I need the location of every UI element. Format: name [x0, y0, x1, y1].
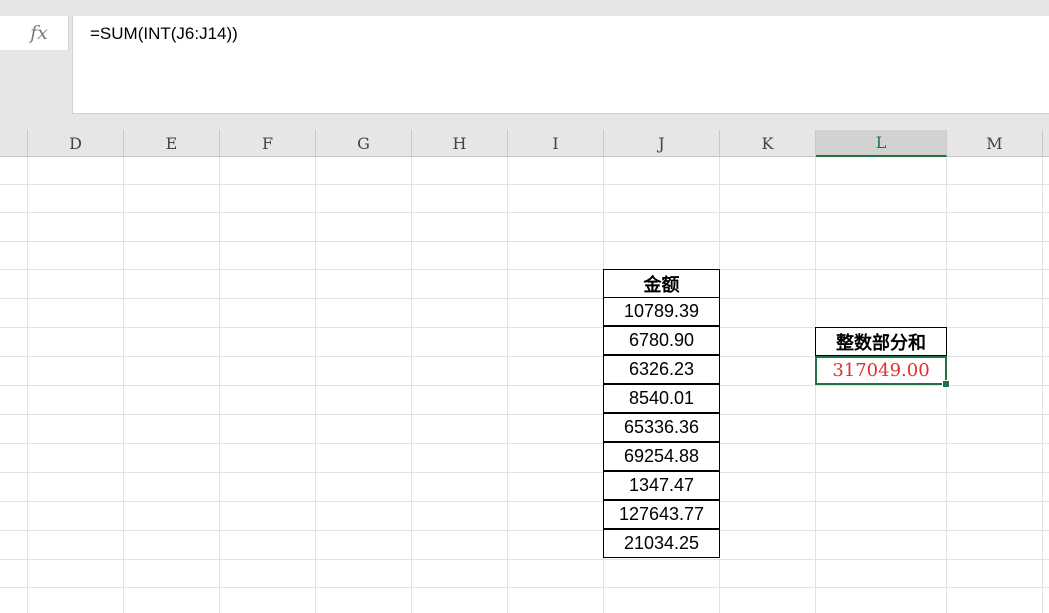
amount-cell[interactable]: 69254.88 [603, 442, 720, 471]
insert-function-button[interactable]: fx [0, 16, 69, 50]
formula-bar-area: fx =SUM(INT(J6:J14)) [0, 0, 1049, 130]
column-header-M[interactable]: M [947, 130, 1043, 157]
column-header-D[interactable]: D [28, 130, 124, 157]
column-header-H[interactable]: H [412, 130, 508, 157]
column-header-row: D E F G H I J K L M [0, 130, 1049, 157]
amount-cell[interactable]: 127643.77 [603, 500, 720, 529]
amount-cell[interactable]: 6326.23 [603, 355, 720, 384]
column-header-G[interactable]: G [316, 130, 412, 157]
amount-cell[interactable]: 8540.01 [603, 384, 720, 413]
column-header-F[interactable]: F [220, 130, 316, 157]
column-header-L[interactable]: L [816, 130, 947, 157]
amount-cell[interactable]: 6780.90 [603, 326, 720, 355]
amount-cell[interactable]: 65336.36 [603, 413, 720, 442]
formula-text: =SUM(INT(J6:J14)) [90, 24, 238, 43]
cell-grid[interactable] [0, 157, 1049, 613]
amount-header-cell[interactable]: 金额 [603, 269, 720, 298]
fx-icon: fx [30, 22, 48, 44]
column-header-K[interactable]: K [720, 130, 816, 157]
column-header-E[interactable]: E [124, 130, 220, 157]
column-header-I[interactable]: I [508, 130, 604, 157]
amount-cell[interactable]: 21034.25 [603, 529, 720, 558]
integer-sum-label-cell[interactable]: 整数部分和 [815, 327, 947, 356]
fill-handle[interactable] [942, 380, 950, 388]
column-header-N-partial[interactable] [1043, 130, 1049, 157]
amount-cell[interactable]: 10789.39 [603, 297, 720, 326]
column-header-J[interactable]: J [604, 130, 720, 157]
formula-input[interactable]: =SUM(INT(J6:J14)) [72, 16, 1049, 114]
integer-sum-value-cell[interactable]: 317049.00 [815, 356, 947, 385]
column-header-C-partial[interactable] [0, 130, 28, 157]
amount-cell[interactable]: 1347.47 [603, 471, 720, 500]
